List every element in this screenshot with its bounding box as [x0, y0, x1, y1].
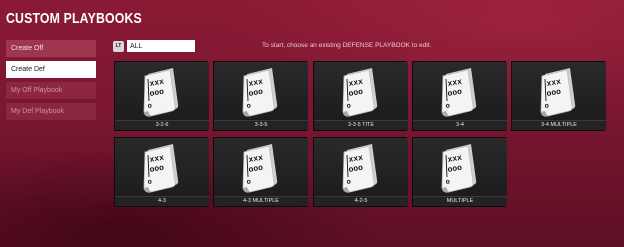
- playbook-card-art: xxx ooo o: [214, 138, 308, 198]
- page-title: CUSTOM PLAYBOOKS: [6, 10, 142, 27]
- playbook-card-art: xxx ooo o: [214, 62, 308, 122]
- playbook-card-art: xxx ooo o: [314, 62, 408, 122]
- playbook-card[interactable]: xxx ooo o MULTIPLE: [412, 137, 507, 207]
- instruction-text: To start, choose an existing DEFENSE PLA…: [262, 42, 432, 49]
- playbook-card[interactable]: xxx ooo o 3-3-5 TITE: [313, 61, 408, 131]
- create-def-button[interactable]: Create Def: [6, 61, 96, 78]
- filter-bar: LT ALL: [113, 40, 195, 52]
- playbook-icon: xxxoooo: [342, 68, 378, 117]
- playbook-card[interactable]: xxx ooo o 4-3 MULTIPLE: [213, 137, 308, 207]
- playbook-card-label: 3-4: [413, 120, 507, 130]
- my-off-playbook-button[interactable]: My Off Playbook: [6, 82, 96, 99]
- playbook-card[interactable]: xxx ooo o 3-2-6: [114, 61, 209, 131]
- sidebar: Create Off Create Def My Off Playbook My…: [6, 40, 96, 124]
- playbook-card-label: MULTIPLE: [413, 196, 507, 206]
- playbook-icon: xxxoooo: [143, 144, 179, 193]
- playbook-icon: xxxoooo: [441, 68, 477, 117]
- playbook-card-label: 3-2-6: [115, 120, 209, 130]
- playbook-icon: xxxoooo: [242, 144, 278, 193]
- my-off-playbook-label: My Off Playbook: [11, 87, 63, 94]
- playbook-card-label: 3-4 MULTIPLE: [512, 120, 606, 130]
- playbook-icon: xxxoooo: [441, 144, 477, 193]
- playbook-icon: xxxoooo: [242, 68, 278, 117]
- playbook-card-label: 3-3-5 TITE: [314, 120, 408, 130]
- my-def-playbook-button[interactable]: My Def Playbook: [6, 103, 96, 120]
- playbook-card-art: xxx ooo o: [413, 138, 507, 198]
- playbook-card-art: xxx ooo o: [314, 138, 408, 198]
- playbook-card-art: xxx ooo o: [115, 138, 209, 198]
- playbook-card-art: xxx ooo o: [413, 62, 507, 122]
- playbook-card[interactable]: xxx ooo o 3-4: [412, 61, 507, 131]
- playbook-card-art: xxx ooo o: [115, 62, 209, 122]
- playbook-card-art: xxx ooo o: [512, 62, 606, 122]
- playbook-card-label: 3-3-5: [214, 120, 308, 130]
- create-def-label: Create Def: [11, 66, 45, 73]
- my-def-playbook-label: My Def Playbook: [11, 108, 64, 115]
- lt-button-icon[interactable]: LT: [113, 40, 124, 52]
- playbook-card[interactable]: xxx ooo o 3-3-5: [213, 61, 308, 131]
- playbook-card-label: 4-3: [115, 196, 209, 206]
- filter-select[interactable]: ALL: [127, 40, 195, 52]
- create-off-label: Create Off: [11, 45, 44, 52]
- playbook-card[interactable]: xxx ooo o 4-3: [114, 137, 209, 207]
- playbook-card[interactable]: xxx ooo o 3-4 MULTIPLE: [511, 61, 606, 131]
- create-off-button[interactable]: Create Off: [6, 40, 96, 57]
- playbook-icon: xxxoooo: [540, 68, 576, 117]
- playbook-card-label: 4-3 MULTIPLE: [214, 196, 308, 206]
- playbook-card[interactable]: xxx ooo o 4-2-5: [313, 137, 408, 207]
- playbook-card-label: 4-2-5: [314, 196, 408, 206]
- playbook-icon: xxxoooo: [143, 68, 179, 117]
- playbook-icon: xxxoooo: [342, 144, 378, 193]
- screen: CUSTOM PLAYBOOKS Create Off Create Def M…: [0, 0, 624, 247]
